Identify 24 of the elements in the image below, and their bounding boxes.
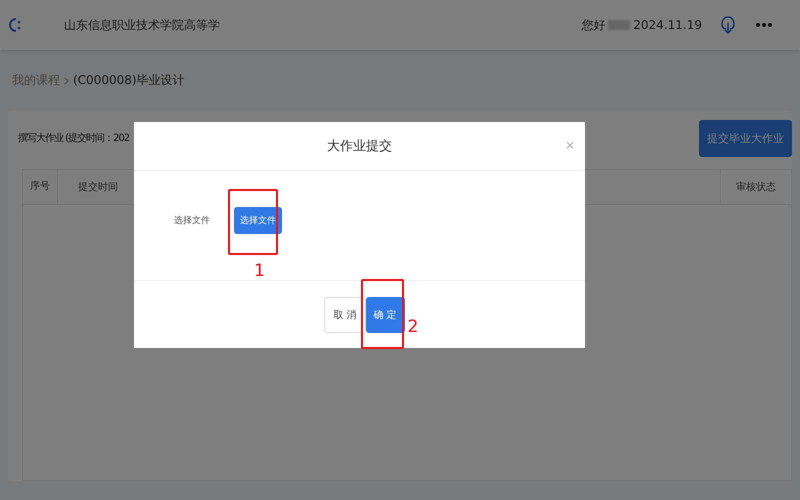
breadcrumb-separator-icon: [64, 76, 69, 84]
confirm-button[interactable]: 确 定: [366, 296, 405, 332]
breadcrumb-link[interactable]: (C000008)毕业设计: [73, 72, 185, 89]
field-label: 选择文件: [174, 214, 210, 227]
logo-icon: [8, 17, 22, 33]
choose-file-button[interactable]: 选择文件: [234, 207, 282, 234]
column-header: 提交时间: [77, 180, 119, 194]
card-title: 撰写大作业 (提交时间：202: [18, 132, 130, 145]
annotation-number: 1: [254, 263, 265, 280]
column-header: 审核状态: [735, 180, 777, 194]
site-title: 山东信息职业技术学院高等学: [64, 16, 220, 34]
column-header: 序号: [23, 170, 58, 204]
highlight-frame: [228, 189, 278, 255]
annotation-number: 2: [408, 318, 418, 336]
cloud-download-icon[interactable]: [720, 15, 736, 35]
greeting-text: 您好: [581, 16, 606, 34]
blurred-name: [608, 20, 630, 30]
more-icon[interactable]: [756, 23, 772, 27]
date-text: 2024.11.19: [633, 18, 702, 32]
close-icon[interactable]: ×: [564, 138, 575, 152]
dialog-title: 大作业提交: [327, 138, 392, 155]
submit-button[interactable]: 提交毕业大作业: [699, 120, 792, 156]
highlight-frame: [360, 278, 404, 348]
cancel-button[interactable]: 取 消: [324, 296, 366, 332]
